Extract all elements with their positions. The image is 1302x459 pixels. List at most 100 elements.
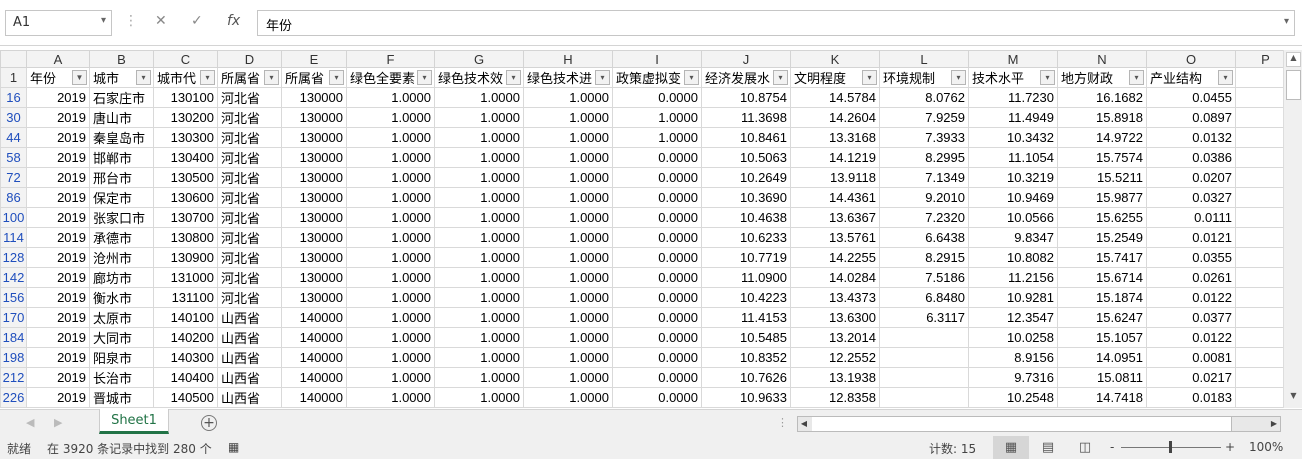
scroll-right-icon[interactable]: ▶: [1268, 417, 1280, 431]
cell[interactable]: 1.0000: [523, 167, 613, 188]
normal-view-button[interactable]: ▦: [993, 436, 1029, 459]
cell[interactable]: 1.0000: [612, 127, 702, 148]
column-header-g[interactable]: G: [434, 50, 524, 68]
empty-cell[interactable]: [1235, 367, 1283, 388]
horizontal-scrollbar[interactable]: ◀ ▶: [797, 416, 1281, 432]
cell[interactable]: 河北省: [217, 87, 282, 108]
empty-cell[interactable]: [1235, 187, 1283, 208]
cell[interactable]: 10.0258: [968, 327, 1058, 348]
cell[interactable]: 10.6233: [701, 227, 791, 248]
zoom-slider[interactable]: [1121, 441, 1221, 453]
row-number[interactable]: 1: [0, 67, 27, 88]
cell[interactable]: [879, 367, 969, 388]
cell[interactable]: 秦皇岛市: [89, 127, 154, 148]
cell[interactable]: 130000: [281, 247, 347, 268]
cell[interactable]: 石家庄市: [89, 87, 154, 108]
header-cell[interactable]: 环境规制 ▾: [879, 67, 969, 88]
drag-handle-icon[interactable]: ⋮: [124, 13, 138, 29]
scroll-thumb[interactable]: [1286, 70, 1301, 100]
cell[interactable]: 130000: [281, 107, 347, 128]
cell[interactable]: 太原市: [89, 307, 154, 328]
cell[interactable]: 2019: [26, 327, 90, 348]
row-number[interactable]: 86: [0, 187, 27, 208]
cell[interactable]: 1.0000: [346, 107, 435, 128]
cell[interactable]: 1.0000: [434, 227, 524, 248]
sheet-tab-sheet1[interactable]: Sheet1: [99, 409, 169, 434]
header-cell[interactable]: 所属省 ▾: [217, 67, 282, 88]
empty-cell[interactable]: [1235, 387, 1283, 408]
row-number[interactable]: 156: [0, 287, 27, 308]
cell[interactable]: 2019: [26, 247, 90, 268]
cell[interactable]: 河北省: [217, 107, 282, 128]
cell[interactable]: 1.0000: [346, 127, 435, 148]
cell[interactable]: 1.0000: [346, 187, 435, 208]
empty-cell[interactable]: [1235, 347, 1283, 368]
cell[interactable]: 2019: [26, 147, 90, 168]
cell[interactable]: 1.0000: [523, 247, 613, 268]
row-number[interactable]: 30: [0, 107, 27, 128]
cell[interactable]: 15.1874: [1057, 287, 1147, 308]
name-box[interactable]: A1 ▾: [5, 10, 112, 36]
empty-cell[interactable]: [1235, 327, 1283, 348]
cell[interactable]: 7.9259: [879, 107, 969, 128]
cell[interactable]: 14.0284: [790, 267, 880, 288]
filter-dropdown-icon[interactable]: ▾: [595, 70, 610, 85]
cell[interactable]: 1.0000: [346, 167, 435, 188]
cell[interactable]: 承德市: [89, 227, 154, 248]
cell[interactable]: 10.5485: [701, 327, 791, 348]
header-cell[interactable]: 绿色技术效 ▾: [434, 67, 524, 88]
cell[interactable]: 15.6255: [1057, 207, 1147, 228]
next-sheet-icon[interactable]: ▶: [54, 416, 62, 429]
empty-cell[interactable]: [1235, 227, 1283, 248]
cell[interactable]: 140000: [281, 307, 347, 328]
cell[interactable]: 0.0897: [1146, 107, 1236, 128]
cell[interactable]: 10.7719: [701, 247, 791, 268]
cell[interactable]: 14.1219: [790, 147, 880, 168]
cell[interactable]: 1.0000: [346, 227, 435, 248]
cell[interactable]: 1.0000: [523, 127, 613, 148]
cell[interactable]: 0.0327: [1146, 187, 1236, 208]
cell[interactable]: 保定市: [89, 187, 154, 208]
cell[interactable]: 1.0000: [523, 327, 613, 348]
cell[interactable]: 1.0000: [346, 287, 435, 308]
cell[interactable]: 河北省: [217, 287, 282, 308]
cell[interactable]: 0.0111: [1146, 207, 1236, 228]
cell[interactable]: 1.0000: [434, 327, 524, 348]
cell[interactable]: 沧州市: [89, 247, 154, 268]
filter-dropdown-icon[interactable]: ▾: [1040, 70, 1055, 85]
cell[interactable]: 河北省: [217, 167, 282, 188]
cell[interactable]: [879, 347, 969, 368]
cell[interactable]: 130300: [153, 127, 218, 148]
spreadsheet-grid[interactable]: ABCDEFGHIJKLMNOP 1 年份 ▼ 城市 ▾ 城市代 ▾ 所属省 ▾ 所属省 ▾ 绿色全要…: [0, 50, 1283, 408]
cell[interactable]: 130000: [281, 87, 347, 108]
cell[interactable]: 13.6367: [790, 207, 880, 228]
cell[interactable]: 10.9633: [701, 387, 791, 408]
column-header-e[interactable]: E: [281, 50, 347, 68]
column-header-j[interactable]: J: [701, 50, 791, 68]
cell[interactable]: 1.0000: [434, 207, 524, 228]
filter-dropdown-icon[interactable]: ▾: [264, 70, 279, 85]
filter-dropdown-icon[interactable]: ▾: [200, 70, 215, 85]
tab-splitter-icon[interactable]: ⋮: [777, 416, 788, 429]
cell[interactable]: 河北省: [217, 207, 282, 228]
zoom-level[interactable]: 100%: [1249, 440, 1283, 454]
cell[interactable]: 140100: [153, 307, 218, 328]
cell[interactable]: 15.0811: [1057, 367, 1147, 388]
cell[interactable]: 140400: [153, 367, 218, 388]
empty-cell[interactable]: [1235, 247, 1283, 268]
header-cell[interactable]: 所属省 ▾: [281, 67, 347, 88]
cell[interactable]: 13.3168: [790, 127, 880, 148]
cell[interactable]: 10.9281: [968, 287, 1058, 308]
cell[interactable]: 0.0000: [612, 247, 702, 268]
cell[interactable]: 15.7574: [1057, 147, 1147, 168]
cell[interactable]: 9.2010: [879, 187, 969, 208]
cell[interactable]: 10.3219: [968, 167, 1058, 188]
empty-cell[interactable]: [1235, 107, 1283, 128]
cell[interactable]: 11.4153: [701, 307, 791, 328]
cell[interactable]: 1.0000: [434, 87, 524, 108]
empty-cell[interactable]: [1235, 87, 1283, 108]
cell[interactable]: 0.0132: [1146, 127, 1236, 148]
cell[interactable]: 1.0000: [346, 387, 435, 408]
cell[interactable]: 2019: [26, 207, 90, 228]
cell[interactable]: 2019: [26, 127, 90, 148]
